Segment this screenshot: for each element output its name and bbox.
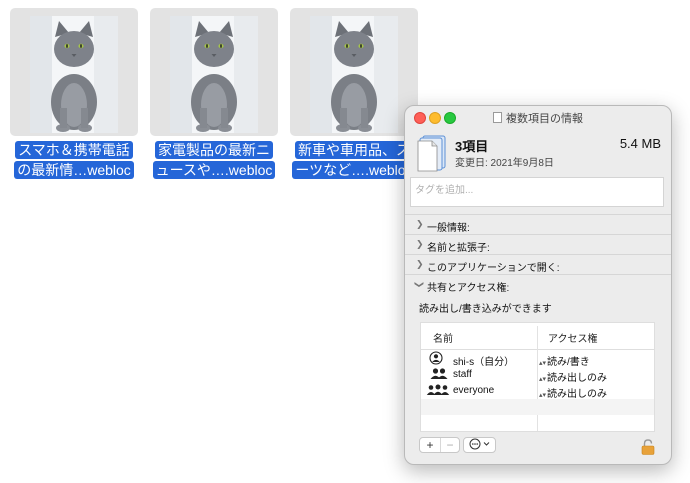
file-label-line1: 家電製品の最新ニ — [155, 141, 273, 159]
table-row[interactable]: staff ▴▾読み出しのみ — [421, 367, 654, 384]
section-label: このアプリケーションで開く: — [427, 263, 560, 274]
chevron-down-icon: ❯ — [414, 280, 425, 289]
file-label: スマホ＆携帯電話 の最新情…webloc — [8, 140, 140, 180]
section-open-with[interactable]: ❯ このアプリケーションで開く: — [405, 254, 671, 275]
add-user-button[interactable]: + — [420, 438, 441, 452]
privilege-popup[interactable]: ▴▾読み/書き — [539, 353, 590, 368]
chevron-right-icon: ❯ — [416, 239, 424, 249]
modified-date: 変更日: 2021年9月8日 — [455, 158, 554, 169]
section-sharing-permissions[interactable]: ❯ 共有とアクセス権: — [405, 274, 671, 295]
privilege-popup[interactable]: ▴▾読み出しのみ — [539, 369, 607, 384]
section-label: 名前と拡張子: — [427, 243, 490, 254]
file-label: 家電製品の最新ニ ュースや….webloc — [148, 140, 280, 180]
section-name-extension[interactable]: ❯ 名前と拡張子: — [405, 234, 671, 255]
table-row-empty — [421, 415, 654, 431]
section-label: 一般情報: — [427, 223, 470, 234]
group-icon — [429, 367, 449, 384]
table-header: 名前 アクセス権 — [421, 323, 654, 350]
lock-icon[interactable] — [641, 439, 655, 460]
permissions-table: 名前 アクセス権 shi-s（自分） ▴▾読み/書き staff ▴▾読み出しの… — [420, 322, 655, 432]
single-user-icon — [429, 351, 443, 368]
get-info-window: 複数項目の情報 3項目 5.4 MB 変更日: 2021年9月8日 タグを追加.… — [404, 105, 672, 465]
multiple-documents-icon — [417, 134, 449, 177]
cat-thumbnail-image — [170, 16, 258, 133]
user-name: everyone — [453, 385, 495, 396]
remove-user-button[interactable]: − — [440, 438, 460, 452]
add-remove-group: + − — [419, 437, 460, 453]
user-name: staff — [453, 369, 472, 380]
selection-summary-title: 3項目 — [455, 139, 489, 154]
table-row-empty — [421, 399, 654, 415]
file-label-line2: ーツなど….webloc — [292, 161, 416, 179]
updown-arrows-icon: ▴▾ — [539, 360, 547, 367]
file-label-line1: 新車や車用品、ス — [295, 141, 413, 159]
file-label-line1: スマホ＆携帯電話 — [15, 141, 133, 159]
action-menu-button[interactable] — [463, 437, 496, 453]
chevron-right-icon: ❯ — [416, 259, 424, 269]
file-label: 新車や車用品、ス ーツなど….webloc — [288, 140, 420, 180]
section-label: 共有とアクセス権: — [427, 283, 510, 294]
window-title: 複数項目の情報 — [405, 110, 671, 126]
column-header-name[interactable]: 名前 — [433, 330, 453, 345]
file-label-line2: の最新情…webloc — [14, 161, 134, 179]
sharing-status: 読み出し/書き込みができます — [419, 304, 552, 315]
chevron-right-icon: ❯ — [416, 219, 424, 229]
section-general-info[interactable]: ❯ 一般情報: — [405, 214, 671, 235]
window-titlebar[interactable]: 複数項目の情報 — [405, 106, 671, 128]
window-title-text: 複数項目の情報 — [506, 113, 583, 125]
ellipsis-circle-icon — [466, 438, 495, 452]
file-label-line2: ュースや….webloc — [152, 161, 276, 179]
table-row[interactable]: shi-s（自分） ▴▾読み/書き — [421, 351, 654, 368]
document-icon — [493, 112, 502, 123]
tags-input[interactable]: タグを追加... — [410, 177, 664, 207]
updown-arrows-icon: ▴▾ — [539, 376, 547, 383]
user-name: shi-s（自分） — [453, 357, 515, 368]
updown-arrows-icon: ▴▾ — [539, 392, 547, 399]
column-header-privilege[interactable]: アクセス権 — [548, 330, 598, 345]
everyone-icon — [426, 383, 450, 400]
selection-size: 5.4 MB — [619, 136, 661, 151]
cat-thumbnail-image — [30, 16, 118, 133]
cat-thumbnail-image — [310, 16, 398, 133]
table-row[interactable]: everyone ▴▾読み出しのみ — [421, 383, 654, 400]
privilege-popup[interactable]: ▴▾読み出しのみ — [539, 385, 607, 400]
